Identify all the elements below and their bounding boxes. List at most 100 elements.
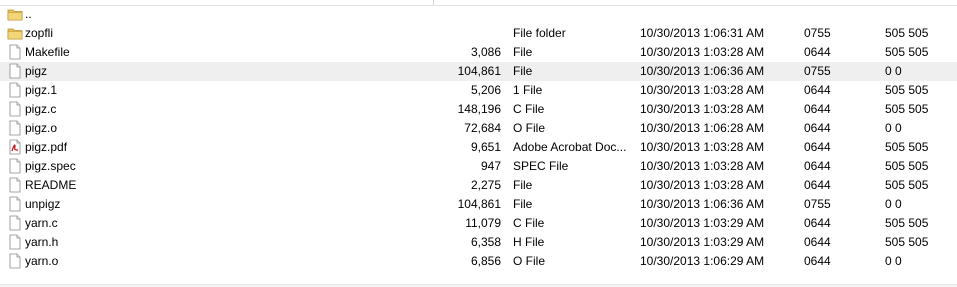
file-permissions: 0644 xyxy=(804,216,831,230)
folder-up-icon xyxy=(7,5,23,24)
folder-icon xyxy=(7,24,23,43)
file-owner: 0 0 xyxy=(885,254,902,268)
file-permissions: 0644 xyxy=(804,254,831,268)
file-row-readme[interactable]: README 2,275 File 10/30/2013 1:03:28 AM … xyxy=(0,176,957,195)
file-row-yarn-h[interactable]: yarn.h 6,358 H File 10/30/2013 1:03:29 A… xyxy=(0,233,957,252)
file-permissions: 0644 xyxy=(804,178,831,192)
file-icon xyxy=(7,100,23,119)
file-size xyxy=(430,24,501,43)
file-row-makefile[interactable]: Makefile 3,086 File 10/30/2013 1:03:28 A… xyxy=(0,43,957,62)
file-owner: 505 505 xyxy=(885,26,929,40)
file-permissions: 0755 xyxy=(804,197,831,211)
file-type: Adobe Acrobat Doc... xyxy=(513,140,627,154)
file-modified: 10/30/2013 1:03:28 AM xyxy=(640,102,765,116)
file-type: 1 File xyxy=(513,83,543,97)
file-row-pigz-pdf[interactable]: pigz.pdf 9,651 Adobe Acrobat Doc... 10/3… xyxy=(0,138,957,157)
file-type: C File xyxy=(513,216,545,230)
file-modified: 10/30/2013 1:03:29 AM xyxy=(640,235,765,249)
file-row-pigz[interactable]: pigz 104,861 File 10/30/2013 1:06:36 AM … xyxy=(0,62,957,81)
file-modified: 10/30/2013 1:03:29 AM xyxy=(640,216,765,230)
file-size: 6,856 xyxy=(470,254,501,268)
file-row-pigz-c[interactable]: pigz.c 148,196 C File 10/30/2013 1:03:28… xyxy=(0,100,957,119)
file-name: pigz.pdf xyxy=(25,140,68,154)
file-permissions: 0644 xyxy=(804,83,831,97)
file-type: H File xyxy=(513,235,545,249)
file-icon xyxy=(7,252,23,271)
file-size: 3,086 xyxy=(470,45,501,59)
file-modified: 10/30/2013 1:03:28 AM xyxy=(640,178,765,192)
file-owner: 505 505 xyxy=(885,159,929,173)
file-modified: 10/30/2013 1:03:28 AM xyxy=(640,140,765,154)
file-name: Makefile xyxy=(25,45,70,59)
file-permissions: 0755 xyxy=(804,64,831,78)
file-permissions: 0644 xyxy=(804,140,831,154)
file-modified: 10/30/2013 1:06:31 AM xyxy=(640,26,765,40)
file-icon xyxy=(7,214,23,233)
file-type: File folder xyxy=(513,26,566,40)
file-name: zopfli xyxy=(25,26,54,40)
file-modified: 10/30/2013 1:06:36 AM xyxy=(640,197,765,211)
file-type xyxy=(513,5,629,24)
file-name: pigz.spec xyxy=(25,159,76,173)
file-type: O File xyxy=(513,121,546,135)
file-type: File xyxy=(513,178,533,192)
file-row-unpigz[interactable]: unpigz 104,861 File 10/30/2013 1:06:36 A… xyxy=(0,195,957,214)
file-modified: 10/30/2013 1:03:28 AM xyxy=(640,159,765,173)
file-size: 104,861 xyxy=(457,197,501,211)
file-row-parent[interactable]: .. xyxy=(0,5,957,24)
file-permissions: 0644 xyxy=(804,121,831,135)
file-size: 11,079 xyxy=(465,216,501,230)
file-icon xyxy=(7,157,23,176)
file-permissions: 0644 xyxy=(804,102,831,116)
file-size: 9,651 xyxy=(470,140,501,154)
file-name: .. xyxy=(25,7,32,21)
file-type: File xyxy=(513,45,533,59)
file-type: File xyxy=(513,197,533,211)
file-row-pigz-o[interactable]: pigz.o 72,684 O File 10/30/2013 1:06:28 … xyxy=(0,119,957,138)
file-owner: 505 505 xyxy=(885,178,929,192)
file-size: 6,358 xyxy=(470,235,501,249)
file-name: pigz.1 xyxy=(25,83,58,97)
file-permissions: 0644 xyxy=(804,159,831,173)
file-list: .. zopfli File folder 10/30/2013 1:06:31… xyxy=(0,5,957,271)
file-row-yarn-c[interactable]: yarn.c 11,079 C File 10/30/2013 1:03:29 … xyxy=(0,214,957,233)
file-owner: 505 505 xyxy=(885,102,929,116)
file-row-yarn-o[interactable]: yarn.o 6,856 O File 10/30/2013 1:06:29 A… xyxy=(0,252,957,271)
file-modified: 10/30/2013 1:06:36 AM xyxy=(640,64,765,78)
file-modified: 10/30/2013 1:03:28 AM xyxy=(640,45,765,59)
file-row-pigz-spec[interactable]: pigz.spec 947 SPEC File 10/30/2013 1:03:… xyxy=(0,157,957,176)
file-name: yarn.h xyxy=(25,235,59,249)
file-owner xyxy=(885,5,955,24)
file-size: 148,196 xyxy=(457,102,501,116)
file-icon xyxy=(7,81,23,100)
file-icon xyxy=(7,43,23,62)
file-icon xyxy=(7,119,23,138)
file-size: 947 xyxy=(480,159,501,173)
file-size: 72,684 xyxy=(464,121,501,135)
file-name: yarn.c xyxy=(25,216,58,230)
file-name: yarn.o xyxy=(25,254,59,268)
file-owner: 505 505 xyxy=(885,45,929,59)
pdf-icon xyxy=(7,138,23,157)
file-size: 5,206 xyxy=(470,83,501,97)
file-icon xyxy=(7,176,23,195)
file-row-pigz-1[interactable]: pigz.1 5,206 1 File 10/30/2013 1:03:28 A… xyxy=(0,81,957,100)
file-icon xyxy=(7,62,23,81)
file-modified: 10/30/2013 1:06:29 AM xyxy=(640,254,765,268)
file-type: O File xyxy=(513,254,546,268)
file-owner: 505 505 xyxy=(885,235,929,249)
file-permissions: 0644 xyxy=(804,235,831,249)
file-owner: 0 0 xyxy=(885,197,902,211)
file-modified xyxy=(640,5,790,24)
file-icon xyxy=(7,195,23,214)
file-row-zopfli[interactable]: zopfli File folder 10/30/2013 1:06:31 AM… xyxy=(0,24,957,43)
file-owner: 0 0 xyxy=(885,64,902,78)
file-type: File xyxy=(513,64,533,78)
file-name: unpigz xyxy=(25,197,61,211)
file-owner: 505 505 xyxy=(885,216,929,230)
file-permissions xyxy=(804,5,864,24)
file-owner: 505 505 xyxy=(885,83,929,97)
file-owner: 505 505 xyxy=(885,140,929,154)
file-size xyxy=(430,5,501,24)
file-size: 104,861 xyxy=(457,64,501,78)
